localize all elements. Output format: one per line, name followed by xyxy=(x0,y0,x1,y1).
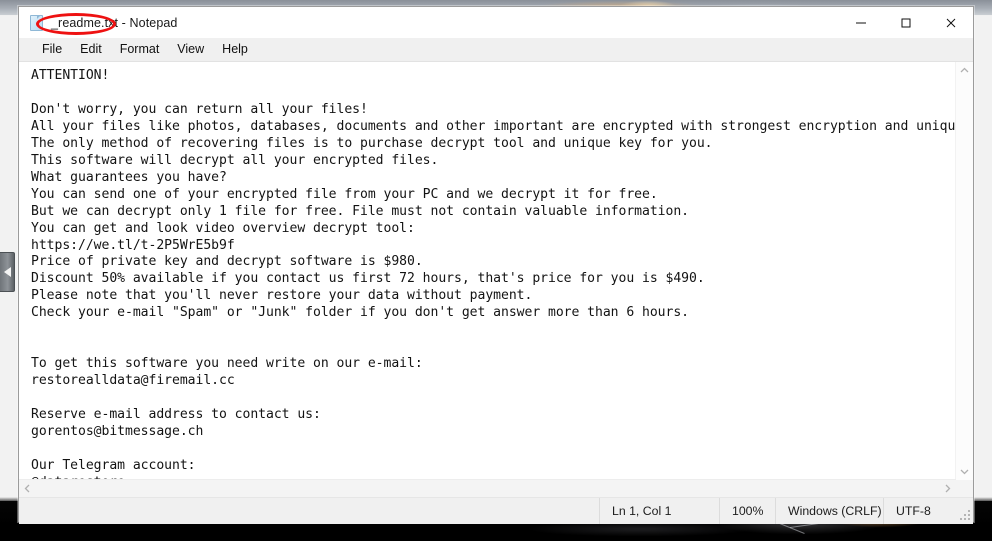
minimize-button[interactable] xyxy=(838,7,883,38)
horizontal-scrollbar[interactable] xyxy=(19,479,956,497)
desktop-background: _readme.txt - Notepad File Edit Format V… xyxy=(0,0,992,541)
scrollbar-corner xyxy=(956,480,973,497)
menu-view[interactable]: View xyxy=(168,40,213,59)
close-button[interactable] xyxy=(928,7,973,38)
menu-edit[interactable]: Edit xyxy=(71,40,111,59)
window-title: _readme.txt - Notepad xyxy=(51,15,178,30)
triangle-glyph xyxy=(3,267,11,277)
text-editor[interactable]: ATTENTION! Don't worry, you can return a… xyxy=(19,62,956,480)
status-line-ending[interactable]: Windows (CRLF) xyxy=(775,498,883,524)
editor-area: ATTENTION! Don't worry, you can return a… xyxy=(19,61,973,497)
menubar: File Edit Format View Help xyxy=(19,38,973,61)
status-cursor-position: Ln 1, Col 1 xyxy=(599,498,719,524)
statusbar: Ln 1, Col 1 100% Windows (CRLF) UTF-8 xyxy=(19,497,973,524)
chevron-down-icon[interactable] xyxy=(956,463,973,480)
status-encoding[interactable]: UTF-8 xyxy=(883,498,959,524)
maximize-button[interactable] xyxy=(883,7,928,38)
menu-file[interactable]: File xyxy=(33,40,71,59)
window-titlebar[interactable]: _readme.txt - Notepad xyxy=(19,7,973,38)
vertical-scrollbar[interactable] xyxy=(955,62,973,480)
ransom-note-text[interactable]: ATTENTION! Don't worry, you can return a… xyxy=(31,68,956,480)
status-zoom-level[interactable]: 100% xyxy=(719,498,775,524)
notepad-document-icon xyxy=(28,14,44,31)
chevron-right-icon[interactable] xyxy=(939,480,956,497)
notepad-window: _readme.txt - Notepad File Edit Format V… xyxy=(18,6,974,524)
resize-grip[interactable] xyxy=(959,498,973,524)
left-triangle-icon[interactable] xyxy=(0,252,15,292)
menu-format[interactable]: Format xyxy=(111,40,169,59)
chevron-up-icon[interactable] xyxy=(956,62,973,79)
chevron-left-icon[interactable] xyxy=(19,480,36,497)
window-controls xyxy=(838,7,973,38)
menu-help[interactable]: Help xyxy=(213,40,257,59)
